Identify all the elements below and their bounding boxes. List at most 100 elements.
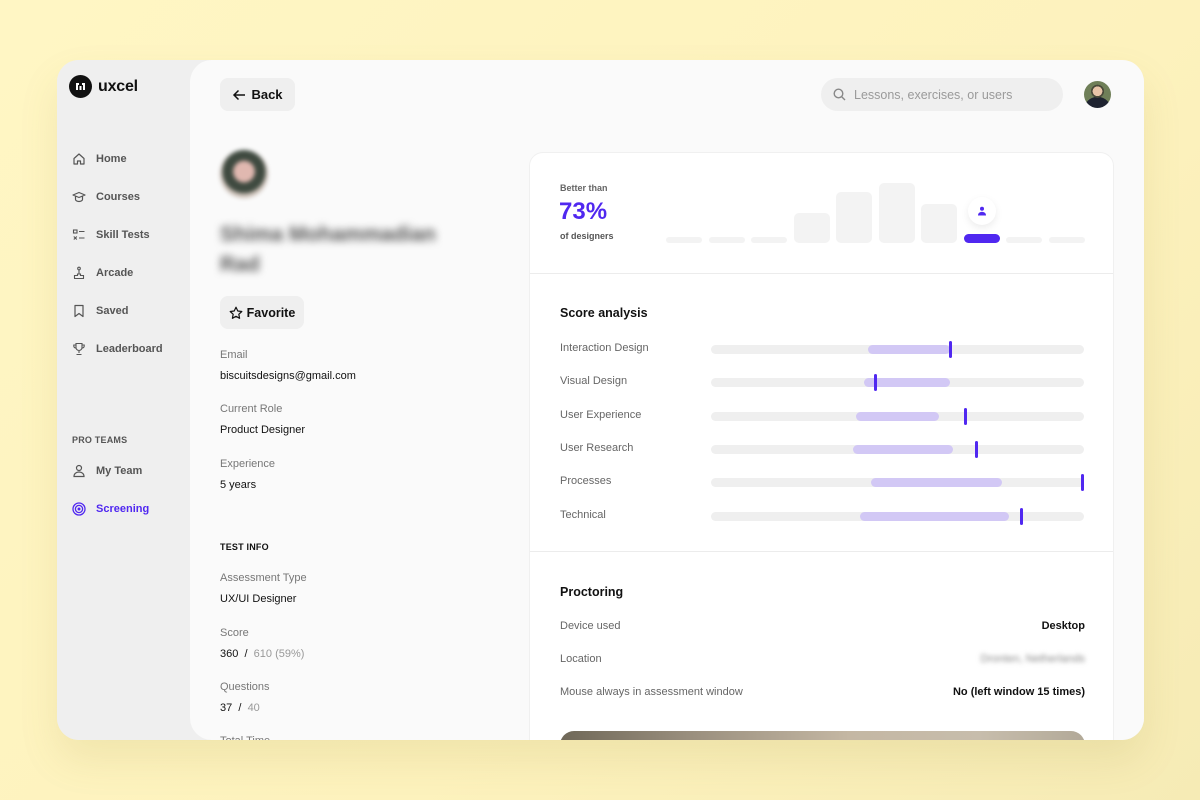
percentile-histogram xyxy=(666,173,1086,243)
score-analysis-title: Score analysis xyxy=(560,306,648,320)
percentile-sub-label: of designers xyxy=(560,231,614,241)
sidebar-item-saved[interactable]: Saved xyxy=(72,304,128,318)
histogram-bar xyxy=(921,204,957,243)
experience-field: Experience 5 years xyxy=(220,458,275,491)
score-marker xyxy=(974,440,978,458)
sidebar-item-label: Screening xyxy=(96,503,150,515)
arrow-left-icon xyxy=(233,89,246,100)
score-row: Interaction Design xyxy=(560,341,1085,358)
sidebar-item-screening[interactable]: Screening xyxy=(72,502,149,516)
favorite-label: Favorite xyxy=(246,305,296,320)
skill-label: Processes xyxy=(560,475,612,488)
sidebar-item-label: Arcade xyxy=(96,267,134,279)
skill-label: Technical xyxy=(560,508,606,521)
field-value: 37 / 40 xyxy=(220,702,270,714)
skill-label: User Research xyxy=(560,441,634,454)
histogram-bar xyxy=(793,213,830,243)
favorite-button[interactable]: Favorite xyxy=(220,296,304,329)
sidebar-item-label: Saved xyxy=(96,305,129,317)
field-label: Assessment Type xyxy=(220,572,307,584)
brand-name: uxcel xyxy=(98,77,138,95)
proctoring-value: No (left window 15 times) xyxy=(952,686,1085,698)
sidebar-item-my-team[interactable]: My Team xyxy=(72,464,142,478)
field-value: UX/UI Designer xyxy=(220,593,297,605)
star-icon xyxy=(229,306,243,319)
home-icon xyxy=(73,153,85,165)
test-info-heading: TEST INFO xyxy=(220,542,269,552)
score-row: Technical xyxy=(560,507,1085,525)
score-row: User Experience xyxy=(560,407,1085,425)
joystick-icon xyxy=(73,266,85,280)
score-row: User Research xyxy=(560,440,1085,458)
score-track xyxy=(711,374,1084,392)
user-position-pin xyxy=(967,197,996,225)
proctoring-row: Location Dronten, Netherlands xyxy=(560,653,1085,665)
score-marker xyxy=(1081,474,1084,492)
score-row: Visual Design xyxy=(560,374,1085,392)
score-marker xyxy=(874,374,878,392)
percentile-value: 73% xyxy=(559,198,608,225)
back-button[interactable]: Back xyxy=(220,78,295,111)
proctoring-title: Proctoring xyxy=(560,585,624,599)
score-track xyxy=(711,440,1084,458)
proctoring-label: Mouse always in assessment window xyxy=(560,686,743,698)
score-marker xyxy=(963,407,967,425)
skill-label: Visual Design xyxy=(560,375,628,388)
score-total: 610 (59%) xyxy=(253,648,305,660)
sidebar-item-skill-tests[interactable]: Skill Tests xyxy=(72,228,150,242)
score-track xyxy=(711,507,1084,525)
sidebar-item-label: Leaderboard xyxy=(96,343,163,355)
proctoring-value: Dronten, Netherlands xyxy=(980,653,1085,665)
sidebar-item-label: Skill Tests xyxy=(96,229,150,241)
sidebar-item-arcade[interactable]: Arcade xyxy=(72,266,133,280)
score-range xyxy=(867,345,950,354)
sidebar-item-courses[interactable]: Courses xyxy=(72,190,140,204)
score-range xyxy=(852,444,954,454)
trophy-icon xyxy=(73,342,85,356)
back-button-label: Back xyxy=(251,87,283,102)
questions-total: 40 xyxy=(247,702,260,714)
uxcel-logo-icon xyxy=(69,75,92,98)
histogram-bar xyxy=(708,237,745,243)
sidebar-item-home[interactable]: Home xyxy=(72,152,127,166)
proctoring-row: Device used Desktop xyxy=(560,620,1085,632)
field-label: Score xyxy=(220,627,249,639)
sidebar-item-leaderboard[interactable]: Leaderboard xyxy=(72,342,163,356)
score-value: 360 xyxy=(220,648,239,660)
logo[interactable]: uxcel xyxy=(69,75,138,98)
score-range xyxy=(871,478,1002,488)
divider xyxy=(530,551,1113,552)
histogram-bar xyxy=(1048,237,1085,243)
better-than-label: Better than xyxy=(560,183,608,193)
bookmark-icon xyxy=(74,304,84,318)
questions-field: Questions 37 / 40 xyxy=(220,681,270,714)
proctoring-label: Location xyxy=(560,653,602,665)
sidebar-item-label: Home xyxy=(96,153,127,165)
app-window: uxcel Home Courses Skill Tests Arcade Sa… xyxy=(57,60,1144,740)
field-label: Experience xyxy=(220,458,276,470)
candidate-name: Shima Mohammadian Rad xyxy=(220,223,436,276)
score-separator: / xyxy=(244,648,248,660)
score-marker xyxy=(948,341,952,358)
histogram-bar xyxy=(751,237,787,243)
search-input[interactable] xyxy=(854,87,1044,102)
questions-value: 37 xyxy=(220,702,233,714)
user-icon xyxy=(73,464,85,478)
histogram-bar xyxy=(836,192,872,243)
results-card: Better than 73% of designers Score analy… xyxy=(529,152,1114,740)
graduation-cap-icon xyxy=(72,191,86,203)
questions-separator: / xyxy=(238,702,242,714)
skill-label: Interaction Design xyxy=(560,342,649,354)
score-track xyxy=(711,341,1084,358)
histogram-bar xyxy=(1006,237,1042,243)
webcam-snapshot[interactable] xyxy=(560,731,1085,740)
divider xyxy=(530,273,1113,274)
field-value: Product Designer xyxy=(220,424,305,436)
user-avatar[interactable] xyxy=(1084,81,1111,108)
field-value: 360 / 610 (59%) xyxy=(220,648,304,660)
search-bar[interactable] xyxy=(821,78,1063,111)
sidebar-item-label: My Team xyxy=(96,465,143,477)
score-field: Score 360 / 610 (59%) xyxy=(220,627,304,660)
proctoring-label: Device used xyxy=(560,620,621,632)
candidate-avatar xyxy=(220,150,268,198)
